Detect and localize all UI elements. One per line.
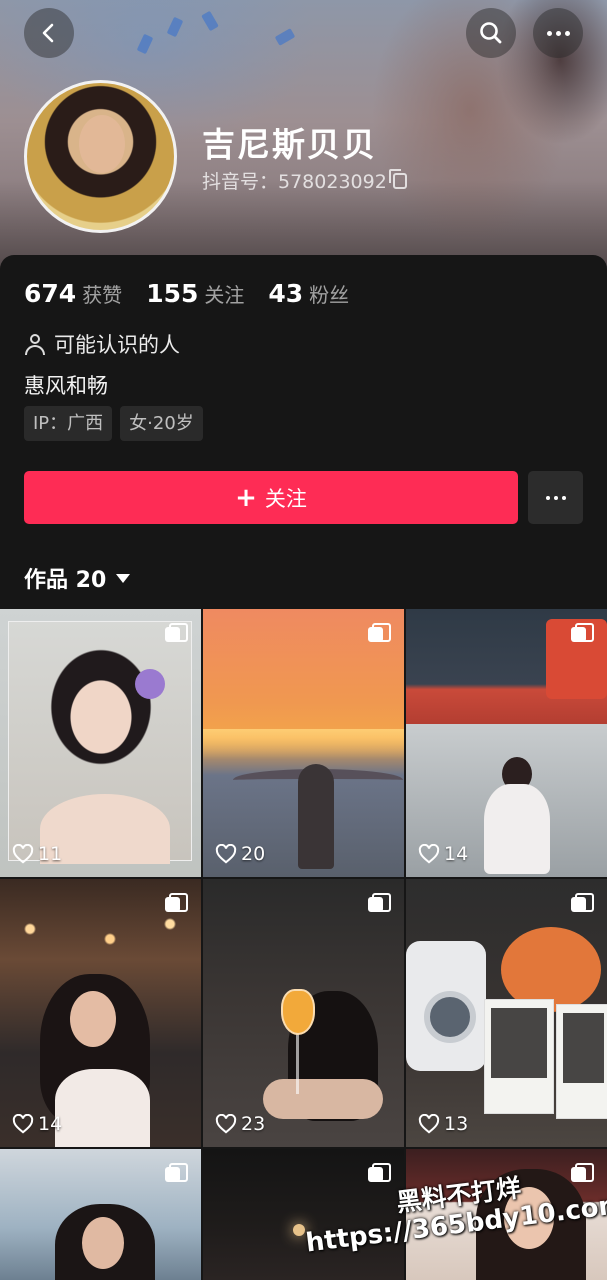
back-button[interactable] — [24, 8, 74, 58]
post-likes: 13 — [418, 1113, 468, 1135]
nickname: 吉尼斯贝贝 — [202, 125, 377, 164]
profile-info-panel: 674 获赞 155 关注 43 粉丝 可能认识的人 惠风和畅 IP：广西 女·… — [0, 255, 607, 610]
heart-icon — [215, 1114, 237, 1134]
post-tile[interactable] — [0, 1149, 201, 1280]
avatar[interactable] — [24, 80, 177, 233]
like-count: 14 — [444, 843, 469, 865]
may-know-row[interactable]: 可能认识的人 — [24, 329, 180, 359]
stat-label: 关注 — [204, 283, 245, 307]
bio: 惠风和畅 — [24, 374, 108, 398]
post-tile[interactable]: 23 — [203, 879, 404, 1147]
post-tile[interactable]: 14 — [406, 609, 607, 877]
stat-value: 674 — [24, 279, 77, 308]
post-likes: 11 — [12, 843, 62, 865]
heart-icon — [215, 844, 237, 864]
more-button[interactable] — [533, 8, 583, 58]
posts-grid: 11 20 14 14 23 13 — [0, 609, 607, 1280]
like-count: 14 — [38, 1113, 63, 1135]
stat-value: 43 — [268, 279, 304, 308]
multi-image-icon — [571, 623, 594, 643]
copy-icon[interactable] — [388, 168, 407, 189]
search-button[interactable] — [466, 8, 516, 58]
tab-works[interactable]: 作品 20 — [24, 562, 131, 594]
post-tile[interactable] — [406, 1149, 607, 1280]
multi-image-icon — [368, 623, 391, 643]
person-icon — [24, 333, 46, 355]
stat-followers[interactable]: 43 粉丝 — [268, 279, 349, 308]
cover-decoration — [201, 10, 219, 32]
multi-image-icon — [368, 893, 391, 913]
cover-decoration — [136, 33, 154, 55]
profile-tags: IP：广西 女·20岁 — [24, 406, 203, 441]
post-likes: 20 — [215, 843, 265, 865]
plus-icon: + — [235, 482, 257, 513]
multi-image-icon — [165, 623, 188, 643]
multi-image-icon — [571, 893, 594, 913]
post-tile[interactable]: 20 — [203, 609, 404, 877]
heart-icon — [12, 1114, 34, 1134]
post-likes: 23 — [215, 1113, 265, 1135]
stats-row: 674 获赞 155 关注 43 粉丝 — [24, 279, 349, 308]
like-count: 11 — [38, 843, 63, 865]
post-tile[interactable]: 13 — [406, 879, 607, 1147]
stat-likes[interactable]: 674 获赞 — [24, 279, 122, 308]
caret-down-icon — [116, 573, 131, 583]
multi-image-icon — [165, 893, 188, 913]
more-dots-icon — [545, 495, 566, 500]
cover-decoration — [166, 16, 184, 38]
heart-icon — [418, 844, 440, 864]
douyin-id-row[interactable]: 抖音号：578023092 — [202, 167, 407, 194]
stat-following[interactable]: 155 关注 — [146, 279, 244, 308]
follow-more-button[interactable] — [528, 471, 583, 524]
post-likes: 14 — [12, 1113, 62, 1135]
more-dots-icon — [546, 30, 570, 36]
like-count: 13 — [444, 1113, 469, 1135]
post-tile[interactable] — [203, 1149, 404, 1280]
post-tile[interactable]: 11 — [0, 609, 201, 877]
search-icon — [480, 22, 502, 44]
post-tile[interactable]: 14 — [0, 879, 201, 1147]
multi-image-icon — [571, 1163, 594, 1183]
follow-label: 关注 — [264, 486, 307, 511]
like-count: 20 — [241, 843, 266, 865]
cover-decoration — [274, 28, 296, 46]
stat-label: 粉丝 — [309, 283, 350, 307]
stat-label: 获赞 — [82, 283, 123, 307]
ip-tag: IP：广西 — [24, 406, 113, 441]
stat-value: 155 — [146, 279, 199, 308]
chevron-left-icon — [42, 23, 54, 43]
gender-age-tag: 女·20岁 — [120, 406, 203, 441]
multi-image-icon — [165, 1163, 188, 1183]
works-tab-label: 作品 20 — [24, 568, 107, 593]
may-know-label: 可能认识的人 — [54, 333, 180, 357]
douyin-id: 抖音号：578023092 — [202, 171, 387, 193]
heart-icon — [418, 1114, 440, 1134]
follow-button[interactable]: + 关注 — [24, 471, 518, 524]
multi-image-icon — [368, 1163, 391, 1183]
like-count: 23 — [241, 1113, 266, 1135]
post-likes: 14 — [418, 843, 468, 865]
heart-icon — [12, 844, 34, 864]
